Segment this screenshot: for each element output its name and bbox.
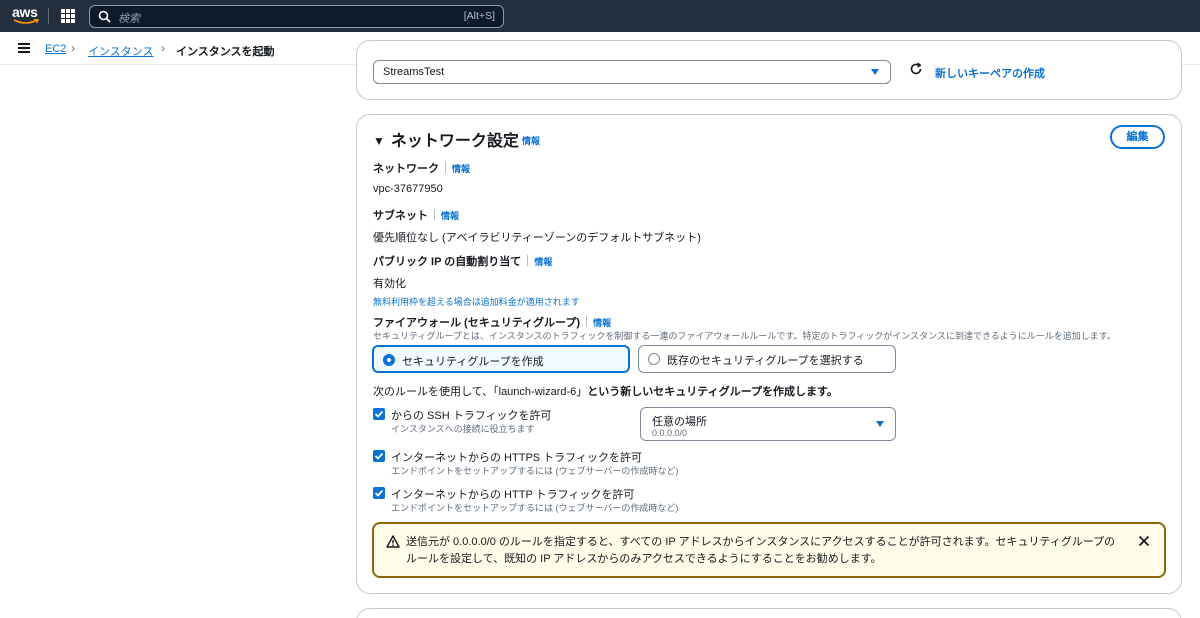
https-label[interactable]: インターネットからの HTTPS トラフィックを許可 (391, 449, 642, 465)
keypair-select-value: StreamsTest (383, 66, 445, 78)
rule-description: 次のルールを使用して、「launch-wizard-6」という新しいセキュリティ… (373, 383, 838, 399)
https-description: エンドポイントをセットアップするには (ウェブサーバーの作成時など) (391, 466, 679, 476)
menu-icon[interactable] (18, 43, 30, 53)
refresh-icon[interactable] (909, 62, 923, 76)
warning-alert: 送信元が 0.0.0.0/0 のルールを指定すると、すべての IP アドレスから… (372, 522, 1166, 578)
search-icon (98, 10, 111, 23)
ssh-source-value: 任意の場所 (652, 416, 707, 428)
breadcrumb-instances-link[interactable]: インスタンス (88, 46, 154, 58)
top-navigation-bar: aws 検索 [Alt+S] (0, 0, 1200, 32)
checkmark-icon (374, 452, 384, 460)
search-shortcut: [Alt+S] (463, 10, 495, 22)
label-divider (445, 162, 446, 173)
label-divider (586, 316, 588, 327)
additional-charges-link[interactable]: 無料利用枠を超える場合は追加料金が適用されます (373, 295, 580, 308)
aws-logo[interactable]: aws (12, 5, 42, 27)
aws-smile-icon (13, 19, 39, 24)
edit-button[interactable]: 編集 (1110, 125, 1165, 149)
ssh-description: インスタンスへの接続に役立ちます (391, 424, 535, 434)
top-divider (48, 8, 49, 24)
radio-create-security-group[interactable]: セキュリティグループを作成 (372, 345, 630, 373)
network-info-link[interactable]: 情報 (452, 164, 470, 174)
caret-down-icon (876, 421, 884, 427)
chevron-right-icon: › (71, 41, 75, 55)
ssh-label[interactable]: からの SSH トラフィックを許可 (391, 407, 552, 423)
breadcrumb-instances[interactable]: インスタンス (88, 43, 154, 59)
network-value: vpc-37677950 (373, 183, 443, 195)
rule-description-suffix: という新しいセキュリティグループを作成します。 (587, 386, 838, 398)
radio-existing-label: 既存のセキュリティグループを選択する (667, 355, 864, 367)
search-placeholder: 検索 (118, 13, 140, 25)
close-icon[interactable] (1138, 535, 1150, 547)
checkmark-icon (374, 410, 384, 418)
http-checkbox[interactable] (373, 487, 385, 499)
public-ip-label-text: パブリック IP の自動割り当て (373, 256, 522, 268)
ssh-source-select[interactable]: 任意の場所 0.0.0.0/0 (640, 407, 896, 441)
firewall-label: ファイアウォール (セキュリティグループ) 情報 (373, 314, 611, 330)
subnet-label: サブネット 情報 (373, 207, 459, 223)
radio-existing-security-group[interactable]: 既存のセキュリティグループを選択する (638, 345, 896, 373)
breadcrumb-current: インスタンスを起動 (176, 46, 275, 58)
breadcrumb-ec2[interactable]: EC2 (45, 43, 66, 55)
network-label-text: ネットワーク (373, 163, 439, 175)
create-keypair-link[interactable]: 新しいキーペアの作成 (935, 65, 1045, 81)
label-divider (434, 209, 435, 220)
https-checkbox[interactable] (373, 450, 385, 462)
public-ip-label: パブリック IP の自動割り当て 情報 (373, 253, 552, 269)
network-settings-info-link[interactable]: 情報 (522, 134, 540, 147)
public-ip-value: 有効化 (373, 278, 406, 290)
radio-unselected-icon (648, 353, 660, 365)
subnet-label-text: サブネット (373, 210, 428, 222)
firewall-label-text: ファイアウォール (セキュリティグループ) (373, 317, 581, 329)
chevron-right-icon: › (161, 41, 165, 55)
breadcrumb-ec2-link[interactable]: EC2 (45, 43, 66, 55)
collapse-triangle-icon: ▼ (373, 134, 385, 148)
warning-message: 送信元が 0.0.0.0/0 のルールを指定すると、すべての IP アドレスから… (406, 536, 1116, 565)
radio-selected-icon (383, 354, 395, 366)
http-description: エンドポイントをセットアップするには (ウェブサーバーの作成時など) (391, 503, 679, 513)
rule-description-prefix: 次のルールを使用して、「launch-wizard-6」 (373, 386, 588, 398)
subnet-value: 優先順位なし (アベイラビリティーゾーンのデフォルトサブネット) (373, 232, 701, 244)
label-divider (527, 255, 529, 266)
ssh-checkbox[interactable] (373, 408, 385, 420)
firewall-description: セキュリティグループとは、インスタンスのトラフィックを制御する一連のファイアウォ… (373, 331, 1116, 341)
checkmark-icon (374, 489, 384, 497)
radio-create-label: セキュリティグループを作成 (402, 356, 544, 368)
network-label: ネットワーク 情報 (373, 160, 470, 176)
search-input[interactable]: 検索 [Alt+S] (89, 5, 504, 28)
aws-logo-text: aws (12, 4, 38, 20)
firewall-info-link[interactable]: 情報 (593, 318, 611, 328)
keypair-select[interactable]: StreamsTest (373, 60, 891, 84)
warning-icon (386, 535, 400, 548)
caret-down-icon (871, 69, 879, 75)
services-grid-icon[interactable] (61, 9, 75, 23)
network-settings-title[interactable]: ▼ ネットワーク設定 (373, 127, 519, 151)
next-section-card (356, 608, 1182, 618)
http-label[interactable]: インターネットからの HTTP トラフィックを許可 (391, 486, 634, 502)
subnet-info-link[interactable]: 情報 (441, 211, 459, 221)
public-ip-info-link[interactable]: 情報 (534, 257, 552, 267)
ssh-source-cidr: 0.0.0.0/0 (652, 428, 688, 438)
network-settings-title-text: ネットワーク設定 (390, 133, 519, 150)
